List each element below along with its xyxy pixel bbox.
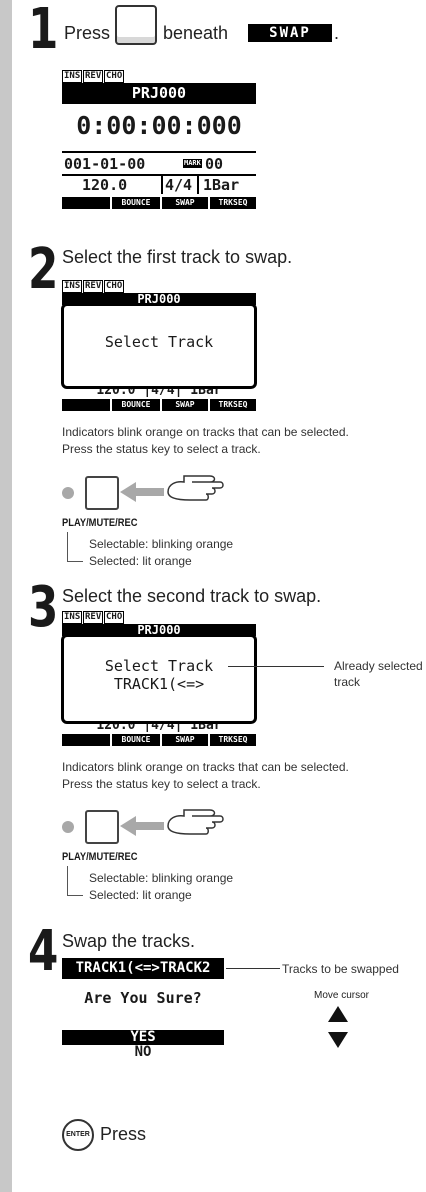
lcd-flag-cho: CHO [104, 611, 125, 624]
lcd-softkey-bounce: BOUNCE [112, 399, 160, 411]
lcd-mark-label: MARK [183, 159, 202, 168]
pointing-hand-icon [120, 809, 224, 836]
status-led-icon [62, 487, 74, 499]
left-margin-bar [0, 0, 12, 1192]
softkey-button-icon [115, 5, 157, 45]
step-number-2: 2 [28, 237, 59, 302]
step1-beneath-text: beneath [163, 23, 229, 43]
lcd-mark-value: 00 [205, 155, 224, 173]
step-number-3: 3 [28, 575, 59, 640]
up-down-arrows-icon [328, 1006, 348, 1048]
popup-select-track-text: Select Track [104, 333, 214, 351]
lcd-flag-ins: INS [62, 280, 83, 293]
lcd-bottom-row-partial: 120.0 |4/4| 1Bar [96, 723, 222, 732]
status-key-icon [85, 476, 119, 510]
selectable-legend: Selectable: blinking orange [89, 871, 234, 885]
lcd-flag-rev: REV [83, 70, 104, 83]
lcd-flag-cho: CHO [104, 70, 125, 83]
lcd-softkey-trkseq: TRKSEQ [210, 197, 256, 209]
selected-legend: Selected: lit orange [89, 888, 192, 902]
select-track-popup: Select Track [61, 303, 257, 389]
step2-note-1: Indicators blink orange on tracks that c… [62, 425, 349, 439]
status-key-icon [85, 810, 119, 844]
lcd-softkey-swap: SWAP [162, 399, 208, 411]
no-option[interactable]: NO [62, 1045, 224, 1060]
lcd-softkey-bounce: BOUNCE [112, 734, 160, 746]
selected-legend: Selected: lit orange [89, 554, 192, 568]
status-led-icon [62, 821, 74, 833]
popup-selected-track-text: TRACK1(<=> [113, 675, 205, 693]
lcd-softkey-swap: SWAP [162, 734, 208, 746]
enter-press-text: Press [100, 1124, 147, 1144]
select-track-popup: Select Track TRACK1(<=> [61, 634, 257, 724]
lcd-flag-rev: REV [83, 280, 104, 293]
lcd-softkey-swap: SWAP [162, 197, 208, 209]
lcd-flag-rev: REV [83, 611, 104, 624]
step3-title: Select the second track to swap. [62, 586, 322, 606]
tracks-to-swap-annotation: Tracks to be swapped [282, 962, 399, 976]
yes-option[interactable]: YES [62, 1030, 224, 1045]
lcd-screen-step2: INS REV CHO PRJ000 120.0 |4/4| 1Bar BOUN… [61, 280, 258, 420]
annotation-leader-line [228, 666, 324, 667]
lcd-flag-ins: INS [62, 70, 83, 83]
lcd-softkey-trkseq: TRKSEQ [210, 399, 256, 411]
lcd-softkey-blank [62, 197, 110, 209]
lcd-project-name: PRJ000 [62, 83, 256, 104]
lcd-screen-step3: INS REV CHO PRJ000 120.0 |4/4| 1Bar BOUN… [61, 611, 258, 751]
annotation-leader-line [226, 968, 280, 969]
track-swap-line: TRACK1(<=>TRACK2 [62, 958, 224, 979]
lcd-time-counter: 0:00:00:000 [76, 111, 242, 140]
status-key-illustration-step3: PLAY/MUTE/REC Selectable: blinking orang… [62, 800, 262, 902]
lcd-softkey-bounce: BOUNCE [112, 197, 160, 209]
lcd-bars: 1Bar [203, 176, 240, 194]
step4-title: Swap the tracks. [62, 931, 196, 951]
lcd-tempo: 120.0 [82, 176, 128, 194]
step1-press-text: Press [64, 23, 111, 43]
popup-select-track-text: Select Track [104, 657, 214, 675]
lcd-softkey-trkseq: TRKSEQ [210, 734, 256, 746]
pointing-hand-icon [120, 475, 224, 502]
status-key-illustration-step2: PLAY/MUTE/REC Selectable: blinking orang… [62, 466, 262, 568]
lcd-position: 001-01-00 [64, 155, 146, 173]
selectable-legend: Selectable: blinking orange [89, 537, 234, 551]
step2-title: Select the first track to swap. [62, 247, 293, 267]
lcd-softkey-blank [62, 734, 110, 746]
step3-note-1: Indicators blink orange on tracks that c… [62, 760, 349, 774]
lcd-bottom-row-partial: 120.0 |4/4| 1Bar [96, 388, 222, 397]
lcd-screen-main: INS REV CHO PRJ000 0:00:00:000 001-01-00… [62, 70, 258, 220]
confirm-question: Are You Sure? [84, 989, 202, 1007]
step-number-1: 1 [28, 0, 59, 62]
lcd-flag-ins: INS [62, 611, 83, 624]
already-selected-annotation: Already selected track [334, 659, 423, 689]
lcd-softkey-blank [62, 399, 110, 411]
lcd-signature: 4/4 [165, 176, 193, 194]
move-cursor-label: Move cursor [314, 990, 370, 1001]
step-number-4: 4 [28, 919, 59, 984]
play-mute-rec-label: PLAY/MUTE/REC [62, 851, 138, 863]
play-mute-rec-label: PLAY/MUTE/REC [62, 517, 138, 529]
enter-key-label: ENTER [66, 1131, 90, 1138]
step2-note-2: Press the status key to select a track. [62, 442, 261, 456]
enter-key-icon: ENTER [62, 1119, 94, 1151]
step3-note-2: Press the status key to select a track. [62, 777, 261, 791]
swap-softkey-badge: SWAP [248, 24, 332, 42]
lcd-flag-cho: CHO [104, 280, 125, 293]
